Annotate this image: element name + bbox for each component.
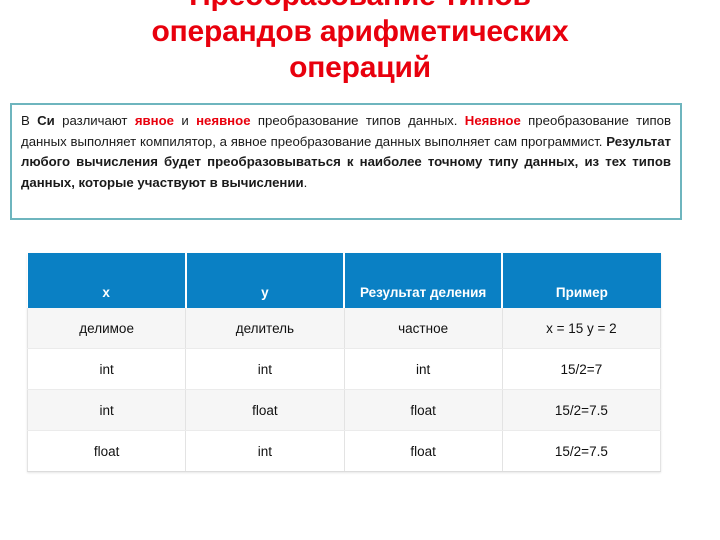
cell-x: делимое <box>26 308 187 349</box>
column-header-example: Пример <box>502 253 661 308</box>
table-row: int float float 15/2=7.5 <box>26 389 662 431</box>
callout-text-run: явное <box>134 113 174 128</box>
cell-y: int <box>185 430 345 472</box>
callout-text: В Си различают явное и неявное преобразо… <box>21 111 671 193</box>
cell-example: 15/2=7.5 <box>501 430 662 472</box>
cell-y: int <box>185 348 345 390</box>
cell-x: int <box>26 348 187 390</box>
column-header-y: y <box>185 253 346 308</box>
cell-example: 15/2=7.5 <box>501 389 662 431</box>
table-row: float int float 15/2=7.5 <box>26 430 662 472</box>
callout-text-run: Неявное <box>464 113 521 128</box>
cell-x: float <box>26 430 187 472</box>
callout-text-run: преобразование типов данных. <box>250 113 465 128</box>
page-title: Преобразование типов операндов арифметич… <box>151 0 569 84</box>
callout-text-run: и <box>174 113 197 128</box>
callout-text-run: . <box>303 174 308 190</box>
cell-example: 15/2=7 <box>501 348 662 390</box>
cell-result: int <box>343 348 503 390</box>
cell-example: x = 15 y = 2 <box>501 308 662 349</box>
table-row: делимое делитель частное x = 15 y = 2 <box>26 308 662 349</box>
cell-x: int <box>26 389 187 431</box>
callout-text-run: различают <box>54 113 135 128</box>
cell-y: float <box>185 389 345 431</box>
type-conversion-table: x y Результат деления Пример делимое дел… <box>26 253 662 472</box>
table-body: делимое делитель частное x = 15 y = 2 in… <box>26 308 662 472</box>
table-header-row: x y Результат деления Пример <box>27 253 661 308</box>
cell-result: частное <box>343 308 503 349</box>
cell-result: float <box>343 430 503 472</box>
column-header-result: Результат деления <box>344 253 504 308</box>
table-row: int int int 15/2=7 <box>26 348 662 390</box>
column-header-x: x <box>27 253 187 308</box>
callout-text-run: В <box>21 113 38 128</box>
callout-text-run: Си <box>37 113 55 128</box>
cell-y: делитель <box>185 308 345 349</box>
callout-box: В Си различают явное и неявное преобразо… <box>10 103 682 220</box>
cell-result: float <box>343 389 503 431</box>
callout-text-run: неявное <box>196 113 251 128</box>
